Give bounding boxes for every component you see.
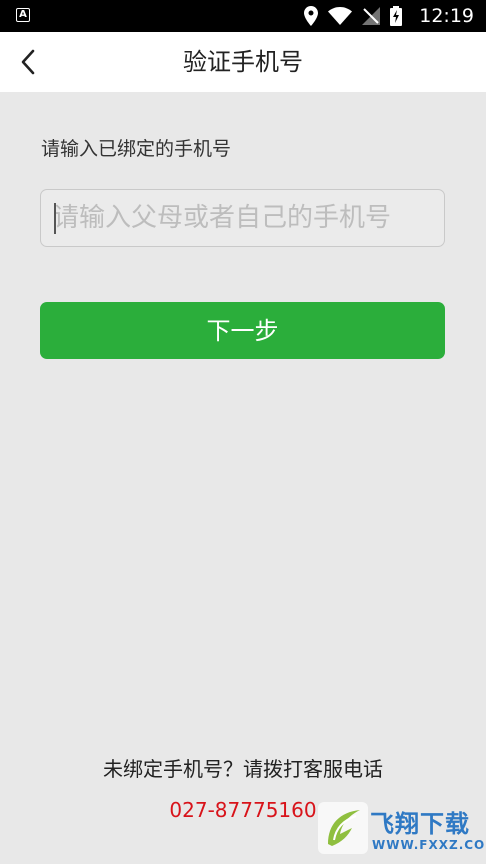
no-sim-icon (362, 7, 380, 25)
back-button[interactable] (6, 40, 50, 84)
status-bar: A 12:19 (0, 0, 486, 32)
chevron-left-icon (21, 49, 35, 75)
app-header: 验证手机号 (0, 32, 486, 92)
phone-field-label: 请输入已绑定的手机号 (41, 138, 232, 160)
wifi-icon (328, 7, 352, 25)
watermark-url: WWW.FXXZ.COM (372, 838, 486, 852)
text-caret (54, 203, 56, 234)
accessibility-app-icon: A (16, 8, 30, 22)
status-time: 12:19 (419, 5, 474, 27)
next-step-button[interactable]: 下一步 (40, 302, 445, 359)
status-icons (304, 5, 402, 27)
watermark: 飞翔下载 WWW.FXXZ.COM (318, 802, 486, 858)
page-title: 验证手机号 (183, 48, 303, 76)
watermark-logo-icon (318, 802, 368, 854)
phone-input-box[interactable] (40, 189, 445, 247)
watermark-text: 飞翔下载 (370, 810, 470, 838)
phone-input[interactable] (53, 190, 433, 246)
location-icon (304, 6, 318, 26)
battery-charging-icon (390, 6, 402, 26)
support-hint: 未绑定手机号？请拨打客服电话 (103, 757, 383, 781)
